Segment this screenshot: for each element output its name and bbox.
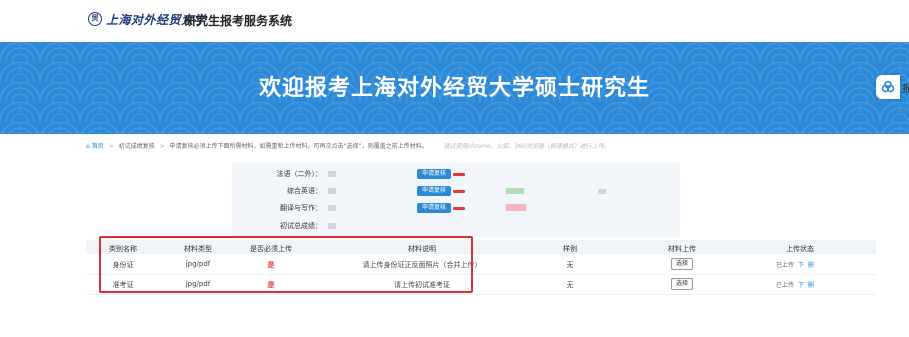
blurred-value — [506, 188, 524, 194]
apply-review-button[interactable]: 申请复核 — [417, 203, 451, 213]
choose-file-button[interactable]: 选择 — [671, 278, 693, 290]
breadcrumb: ⌂ 首页 > 初试成绩复核 > 申请复核必须上传下面所需材料，如需重新上传材料，… — [86, 141, 610, 150]
banner-title: 欢迎报考上海对外经贸大学硕士研究生 — [258, 76, 650, 101]
redaction-mark — [453, 207, 465, 210]
redaction-mark — [453, 190, 465, 193]
welcome-banner: 欢迎报考上海对外经贸大学硕士研究生 — [0, 42, 909, 134]
redaction-mark — [453, 173, 465, 176]
home-icon: ⌂ — [86, 143, 90, 150]
score-label: 综合英语： — [287, 187, 322, 195]
score-label: 初试总成绩： — [280, 222, 322, 230]
score-row-english: 综合英语： 申请复核 — [232, 186, 680, 198]
upload-status: 已上传下删 — [776, 260, 814, 269]
score-value-redacted — [328, 223, 336, 229]
score-value-redacted — [328, 188, 336, 194]
top-bar: 贸 上海对外经贸大学 研究生报考服务系统 — [0, 0, 909, 40]
score-label: 法语（二外）： — [276, 170, 323, 178]
sample-value: 无 — [566, 281, 574, 289]
cloud-icon — [881, 80, 895, 93]
score-value-redacted — [328, 205, 336, 211]
float-button-label[interactable]: 报 — [902, 80, 909, 95]
cloud-float-button[interactable] — [876, 75, 900, 99]
university-seal-icon: 贸 — [88, 12, 102, 26]
blurred-value — [506, 204, 526, 211]
highlight-annotation-box — [99, 236, 473, 293]
upload-status: 已上传下删 — [776, 280, 814, 289]
upload-instruction: 申请复核必须上传下面所需材料，如需重新上传材料，可再次点击“选择”，则覆盖之前上… — [169, 143, 428, 150]
system-title: 研究生报考服务系统 — [184, 14, 293, 28]
download-link[interactable]: 下 — [798, 262, 804, 269]
delete-link[interactable]: 删 — [808, 282, 814, 289]
column-header: 上传状态 — [786, 245, 814, 253]
sample-value: 无 — [566, 261, 574, 269]
apply-review-button[interactable]: 申请复核 — [417, 169, 451, 179]
breadcrumb-separator: > — [159, 143, 165, 150]
download-link[interactable]: 下 — [798, 282, 804, 289]
browser-tip: 建议使用chrome、火狐、360浏览器（极速模式）进行上传。 — [443, 143, 610, 150]
choose-file-button[interactable]: 选择 — [671, 258, 693, 270]
blurred-value — [598, 189, 606, 194]
score-row-total: 初试总成绩： — [232, 221, 680, 233]
apply-review-button[interactable]: 申请复核 — [417, 186, 451, 196]
breadcrumb-home-link[interactable]: 首页 — [92, 143, 104, 150]
score-panel: 法语（二外）： 申请复核 综合英语： 申请复核 翻译与写作： 申请复核 初试总成… — [232, 163, 680, 237]
status-text: 已上传 — [776, 282, 795, 289]
column-header: 材料上传 — [668, 245, 696, 253]
score-value-redacted — [328, 171, 336, 177]
column-header: 样例 — [563, 245, 577, 253]
breadcrumb-current: 初试成绩复核 — [118, 143, 155, 150]
score-row-french: 法语（二外）： 申请复核 — [232, 169, 680, 181]
score-row-translation: 翻译与写作： 申请复核 — [232, 203, 680, 215]
score-label: 翻译与写作： — [280, 204, 322, 212]
status-text: 已上传 — [776, 262, 795, 269]
breadcrumb-separator: > — [108, 143, 114, 150]
delete-link[interactable]: 删 — [808, 262, 814, 269]
